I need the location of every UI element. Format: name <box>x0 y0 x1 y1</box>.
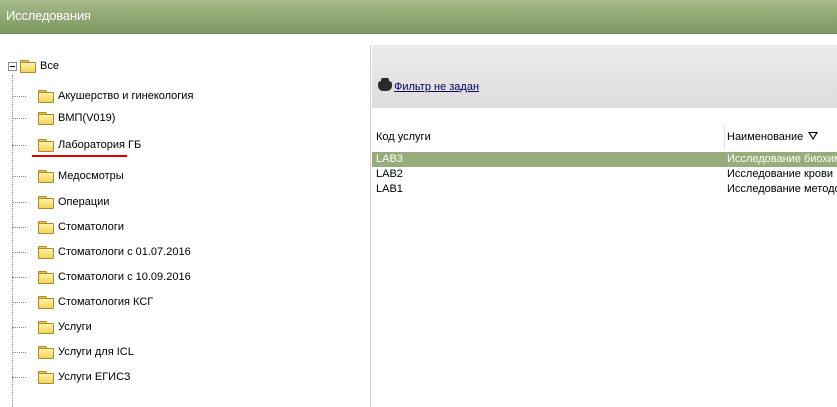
folder-icon <box>20 60 36 73</box>
cell-code: LAB2 <box>376 168 403 180</box>
tree-item-dentists-2016-09[interactable]: Стоматологи с 10.09.2016 <box>12 268 191 286</box>
table-row[interactable]: LAB3 Исследование биохимия <box>372 152 837 167</box>
collapse-icon[interactable] <box>8 61 17 71</box>
tree-item-label: Медосмотры <box>58 170 124 182</box>
column-header-name-label: Наименование <box>727 131 804 143</box>
folder-icon <box>38 371 54 384</box>
tree-item-dentists[interactable]: Стоматологи <box>12 218 124 236</box>
tree-item-obstetrics[interactable]: Акушерство и гинекология <box>12 87 193 105</box>
folder-icon <box>38 139 54 152</box>
tree-item-laboratory[interactable]: Лаборатория ГБ <box>12 136 141 154</box>
folder-icon <box>38 321 54 334</box>
tree-item-vmp[interactable]: ВМП(V019) <box>12 109 115 127</box>
table-row[interactable]: LAB1 Исследование методом ПЦ <box>372 182 837 197</box>
tree-item-label: Лаборатория ГБ <box>58 139 142 151</box>
filter-link[interactable]: Фильтр не задан <box>394 81 479 93</box>
tree-item-label: Операции <box>58 196 110 208</box>
category-tree[interactable]: Все Акушерство и гинекология ВМП(V019) Л… <box>0 45 371 407</box>
grid-header: Код услуги Наименование <box>372 108 837 152</box>
tree-item-label: ВМП(V019) <box>58 112 116 124</box>
tree-root-label: Все <box>40 60 59 72</box>
cell-code: LAB1 <box>376 183 403 195</box>
folder-icon <box>38 90 54 103</box>
tree-item-label: Услуги ЕГИСЗ <box>58 371 131 383</box>
folder-icon <box>38 112 54 125</box>
tree-item-services-egisz[interactable]: Услуги ЕГИСЗ <box>12 368 131 386</box>
cell-name: Исследование биохимия <box>727 153 837 165</box>
tree-item-dentists-2016-07[interactable]: Стоматологи с 01.07.2016 <box>12 243 191 261</box>
cell-code: LAB3 <box>376 153 403 165</box>
tree-item-label: Стоматологи <box>58 221 125 233</box>
folder-icon <box>38 246 54 259</box>
tree-item-dentistry-ksg[interactable]: Стоматология КСГ <box>12 293 153 311</box>
column-separator[interactable] <box>724 126 725 150</box>
tree-item-label: Стоматологи с 01.07.2016 <box>58 246 191 258</box>
tree-item-label: Акушерство и гинекология <box>58 90 194 102</box>
window-title: Исследования <box>6 8 91 23</box>
tree-item-services-icl[interactable]: Услуги для ICL <box>12 343 134 361</box>
folder-icon <box>38 346 54 359</box>
title-bar: Исследования <box>0 0 837 34</box>
tree-item-services[interactable]: Услуги <box>12 318 92 336</box>
folder-icon <box>38 271 54 284</box>
cell-name: Исследование методом ПЦ <box>727 183 837 195</box>
column-header-name[interactable]: Наименование <box>727 131 819 143</box>
folder-icon <box>38 170 54 183</box>
table-row[interactable]: LAB2 Исследование крови <box>372 167 837 182</box>
tree-item-operations[interactable]: Операции <box>12 193 109 211</box>
folder-icon <box>38 221 54 234</box>
filter-bar: Фильтр не задан <box>372 45 837 109</box>
cell-name: Исследование крови <box>727 168 834 180</box>
column-header-code[interactable]: Код услуги <box>376 131 431 143</box>
sort-descending-icon <box>808 132 819 141</box>
tree-root-all[interactable]: Все <box>8 57 59 75</box>
red-underline-annotation <box>32 155 127 157</box>
tree-item-label: Стоматология КСГ <box>58 296 154 308</box>
tree-item-label: Услуги для ICL <box>58 346 134 358</box>
services-panel: Фильтр не задан Код услуги Наименование … <box>372 45 837 407</box>
tree-item-label: Стоматологи с 10.09.2016 <box>58 271 191 283</box>
tree-item-label: Услуги <box>58 321 92 333</box>
folder-icon <box>38 296 54 309</box>
tree-item-medical-checkups[interactable]: Медосмотры <box>12 167 124 185</box>
binoculars-icon[interactable] <box>378 78 392 91</box>
folder-icon <box>38 196 54 209</box>
